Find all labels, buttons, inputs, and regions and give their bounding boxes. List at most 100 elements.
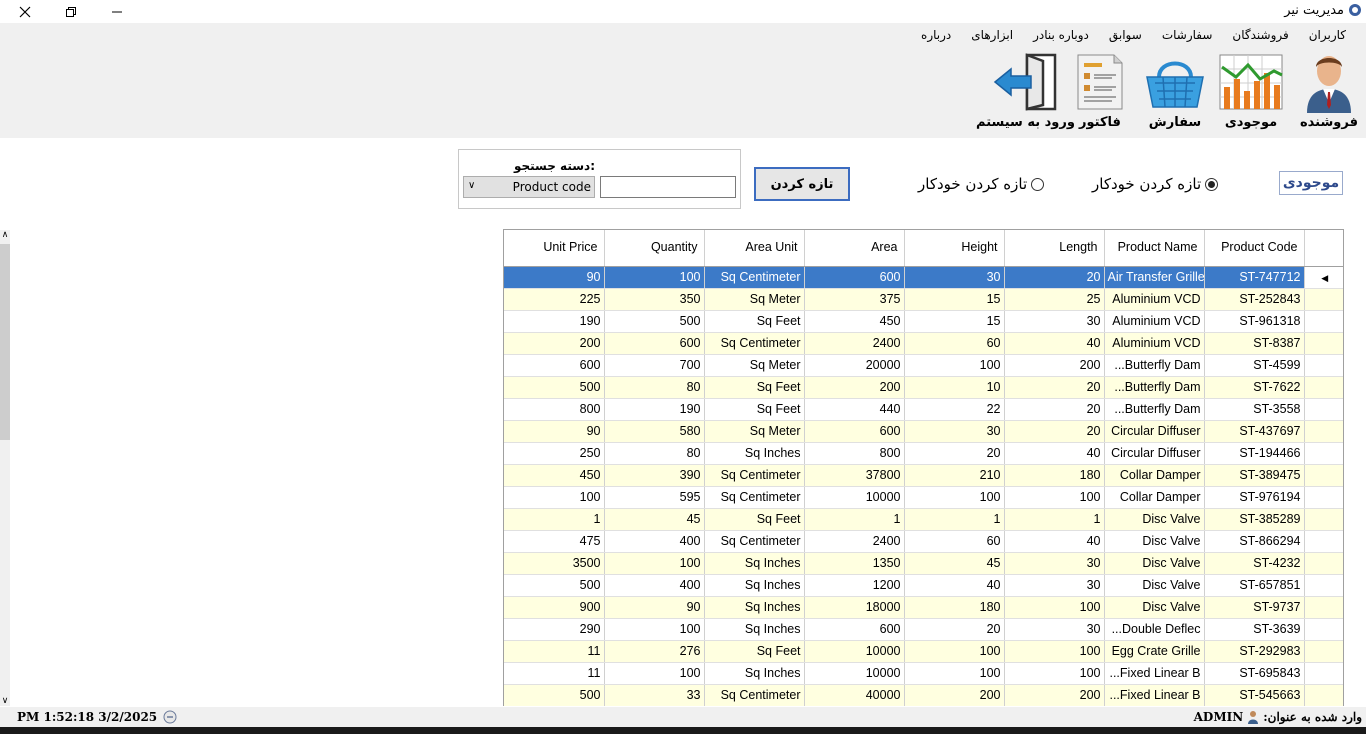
- row-header[interactable]: [1304, 574, 1343, 597]
- toolbar-invoice-button[interactable]: فاکتور: [1072, 51, 1128, 130]
- cell-area[interactable]: 10000: [804, 640, 905, 663]
- cell-height[interactable]: 180: [904, 596, 1005, 619]
- cell-height[interactable]: 60: [904, 530, 1005, 553]
- cell-area-unit[interactable]: Sq Meter: [704, 420, 805, 443]
- cell-height[interactable]: 15: [904, 310, 1005, 333]
- cell-area[interactable]: 200: [804, 376, 905, 399]
- cell-unit-price[interactable]: 900: [504, 596, 605, 619]
- table-row[interactable]: 3500 100 Sq Inches 1350 45 30 Disc Valve ST-423…: [504, 552, 1343, 575]
- cell-unit-price[interactable]: 290: [504, 618, 605, 641]
- search-input[interactable]: [600, 176, 736, 198]
- cell-unit-price[interactable]: 500: [504, 574, 605, 597]
- cell-product-code[interactable]: ST-3639: [1204, 618, 1305, 641]
- cell-height[interactable]: 30: [904, 420, 1005, 443]
- table-row[interactable]: 290 100 Sq Inches 600 20 30 ...Double Deflec ST…: [504, 618, 1343, 641]
- row-header[interactable]: ◀: [1304, 266, 1343, 289]
- column-header-height[interactable]: Height: [904, 230, 1005, 267]
- row-header[interactable]: [1304, 596, 1343, 619]
- cell-length[interactable]: 200: [1004, 354, 1105, 377]
- cell-height[interactable]: 40: [904, 574, 1005, 597]
- cell-area[interactable]: 18000: [804, 596, 905, 619]
- cell-unit-price[interactable]: 500: [504, 376, 605, 399]
- cell-area[interactable]: 2400: [804, 332, 905, 355]
- menu-item-ports[interactable]: دوباره بنادر: [1023, 28, 1099, 42]
- cell-product-code[interactable]: ST-437697: [1204, 420, 1305, 443]
- cell-area-unit[interactable]: Sq Centimeter: [704, 464, 805, 487]
- cell-quantity[interactable]: 45: [604, 508, 705, 531]
- minimize-button[interactable]: [94, 0, 140, 23]
- cell-product-name[interactable]: ...Fixed Linear B: [1104, 684, 1205, 706]
- cell-product-code[interactable]: ST-866294: [1204, 530, 1305, 553]
- cell-length[interactable]: 100: [1004, 640, 1105, 663]
- cell-quantity[interactable]: 700: [604, 354, 705, 377]
- cell-height[interactable]: 1: [904, 508, 1005, 531]
- row-header[interactable]: [1304, 486, 1343, 509]
- cell-length[interactable]: 30: [1004, 552, 1105, 575]
- cell-product-code[interactable]: ST-9737: [1204, 596, 1305, 619]
- cell-product-code[interactable]: ST-4599: [1204, 354, 1305, 377]
- cell-quantity[interactable]: 350: [604, 288, 705, 311]
- toolbar-salesman-button[interactable]: فروشنده: [1300, 51, 1358, 130]
- cell-height[interactable]: 20: [904, 442, 1005, 465]
- row-header[interactable]: [1304, 662, 1343, 685]
- cell-unit-price[interactable]: 1: [504, 508, 605, 531]
- cell-height[interactable]: 200: [904, 684, 1005, 706]
- close-button[interactable]: [2, 0, 48, 23]
- cell-unit-price[interactable]: 100: [504, 486, 605, 509]
- cell-area-unit[interactable]: Sq Meter: [704, 288, 805, 311]
- cell-unit-price[interactable]: 450: [504, 464, 605, 487]
- cell-area[interactable]: 1200: [804, 574, 905, 597]
- cell-quantity[interactable]: 400: [604, 574, 705, 597]
- table-row[interactable]: 1 45 Sq Feet 1 1 1 Disc Valve ST-385289: [504, 508, 1343, 531]
- column-header-area-unit[interactable]: Area Unit: [704, 230, 805, 267]
- cell-length[interactable]: 40: [1004, 442, 1105, 465]
- row-header[interactable]: [1304, 464, 1343, 487]
- row-header[interactable]: [1304, 684, 1343, 706]
- cell-unit-price[interactable]: 190: [504, 310, 605, 333]
- cell-area-unit[interactable]: Sq Inches: [704, 442, 805, 465]
- cell-quantity[interactable]: 80: [604, 442, 705, 465]
- auto-refresh-on-radio[interactable]: تازه کردن خودکار: [1092, 175, 1219, 193]
- cell-area[interactable]: 1350: [804, 552, 905, 575]
- cell-quantity[interactable]: 100: [604, 552, 705, 575]
- row-header[interactable]: [1304, 640, 1343, 663]
- cell-product-code[interactable]: ST-961318: [1204, 310, 1305, 333]
- table-row[interactable]: 100 595 Sq Centimeter 10000 100 100 Collar Dam…: [504, 486, 1343, 509]
- cell-product-code[interactable]: ST-657851: [1204, 574, 1305, 597]
- cell-unit-price[interactable]: 500: [504, 684, 605, 706]
- table-row[interactable]: 200 600 Sq Centimeter 2400 60 40 Aluminium VCD…: [504, 332, 1343, 355]
- column-header-product-code[interactable]: Product Code: [1204, 230, 1305, 267]
- cell-product-code[interactable]: ST-194466: [1204, 442, 1305, 465]
- table-row[interactable]: 500 400 Sq Inches 1200 40 30 Disc Valve ST-6578…: [504, 574, 1343, 597]
- cell-unit-price[interactable]: 225: [504, 288, 605, 311]
- row-header[interactable]: [1304, 420, 1343, 443]
- cell-product-name[interactable]: Air Transfer Grille: [1104, 266, 1205, 289]
- row-header[interactable]: [1304, 332, 1343, 355]
- cell-product-name[interactable]: ...Butterfly Dam: [1104, 354, 1205, 377]
- scroll-thumb[interactable]: [0, 244, 10, 440]
- row-header[interactable]: [1304, 310, 1343, 333]
- cell-quantity[interactable]: 500: [604, 310, 705, 333]
- cell-area-unit[interactable]: Sq Centimeter: [704, 266, 805, 289]
- cell-product-code[interactable]: ST-545663: [1204, 684, 1305, 706]
- cell-area-unit[interactable]: Sq Feet: [704, 398, 805, 421]
- cell-quantity[interactable]: 100: [604, 662, 705, 685]
- cell-height[interactable]: 10: [904, 376, 1005, 399]
- table-row[interactable]: 90 100 Sq Centimeter 600 30 20 Air Transfer Gr…: [504, 266, 1343, 289]
- cell-area[interactable]: 600: [804, 420, 905, 443]
- cell-product-code[interactable]: ST-389475: [1204, 464, 1305, 487]
- cell-product-code[interactable]: ST-695843: [1204, 662, 1305, 685]
- cell-height[interactable]: 100: [904, 662, 1005, 685]
- cell-area-unit[interactable]: Sq Centimeter: [704, 530, 805, 553]
- table-row[interactable]: 900 90 Sq Inches 18000 180 100 Disc Valve ST-97…: [504, 596, 1343, 619]
- cell-quantity[interactable]: 600: [604, 332, 705, 355]
- table-row[interactable]: 190 500 Sq Feet 450 15 30 Aluminium VCD ST-9613…: [504, 310, 1343, 333]
- table-row[interactable]: 450 390 Sq Centimeter 37800 210 180 Collar Dam…: [504, 464, 1343, 487]
- cell-area[interactable]: 2400: [804, 530, 905, 553]
- column-header-product-name[interactable]: Product Name: [1104, 230, 1205, 267]
- menu-item-history[interactable]: سوابق: [1099, 28, 1152, 42]
- table-row[interactable]: 11 276 Sq Feet 10000 100 100 Egg Crate Grille S…: [504, 640, 1343, 663]
- row-header[interactable]: [1304, 508, 1343, 531]
- cell-product-name[interactable]: Disc Valve: [1104, 574, 1205, 597]
- cell-quantity[interactable]: 595: [604, 486, 705, 509]
